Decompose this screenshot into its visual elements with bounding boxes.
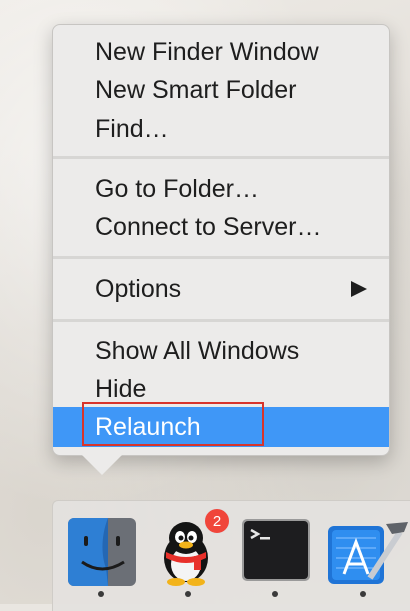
menu-pointer-arrow	[82, 455, 122, 475]
menu-item-options[interactable]: Options	[53, 270, 389, 308]
menu-item-label: New Finder Window	[95, 38, 319, 66]
menu-separator	[53, 156, 389, 159]
menu-item-label: Hide	[95, 375, 147, 403]
running-indicator-dot	[272, 591, 278, 597]
terminal-icon[interactable]	[242, 518, 310, 586]
menu-item-show-all-windows[interactable]: Show All Windows	[53, 332, 389, 370]
submenu-arrow-icon	[351, 281, 367, 297]
menu-item-new-smart-folder[interactable]: New Smart Folder	[53, 71, 389, 109]
menu-item-label: Go to Folder…	[95, 175, 259, 203]
running-indicator-dot	[185, 591, 191, 597]
menu-item-label: Show All Windows	[95, 337, 300, 365]
finder-dock-context-menu: New Finder Window New Smart Folder Find……	[52, 24, 390, 456]
finder-icon[interactable]	[68, 518, 136, 586]
menu-item-label: New Smart Folder	[95, 76, 297, 104]
xcode-icon[interactable]	[326, 518, 410, 586]
annotation-highlight-box	[82, 402, 264, 446]
notification-badge: 2	[204, 508, 230, 534]
menu-item-connect-to-server[interactable]: Connect to Server…	[53, 208, 389, 246]
running-indicator-dot	[360, 591, 366, 597]
menu-item-go-to-folder[interactable]: Go to Folder…	[53, 170, 389, 208]
menu-item-find[interactable]: Find…	[53, 110, 389, 148]
menu-item-label: Find…	[95, 115, 169, 143]
running-indicator-dot	[98, 591, 104, 597]
menu-item-label: Connect to Server…	[95, 213, 322, 241]
menu-separator	[53, 319, 389, 322]
menu-item-new-finder-window[interactable]: New Finder Window	[53, 33, 389, 71]
menu-item-label: Options	[95, 275, 182, 303]
menu-separator	[53, 256, 389, 259]
